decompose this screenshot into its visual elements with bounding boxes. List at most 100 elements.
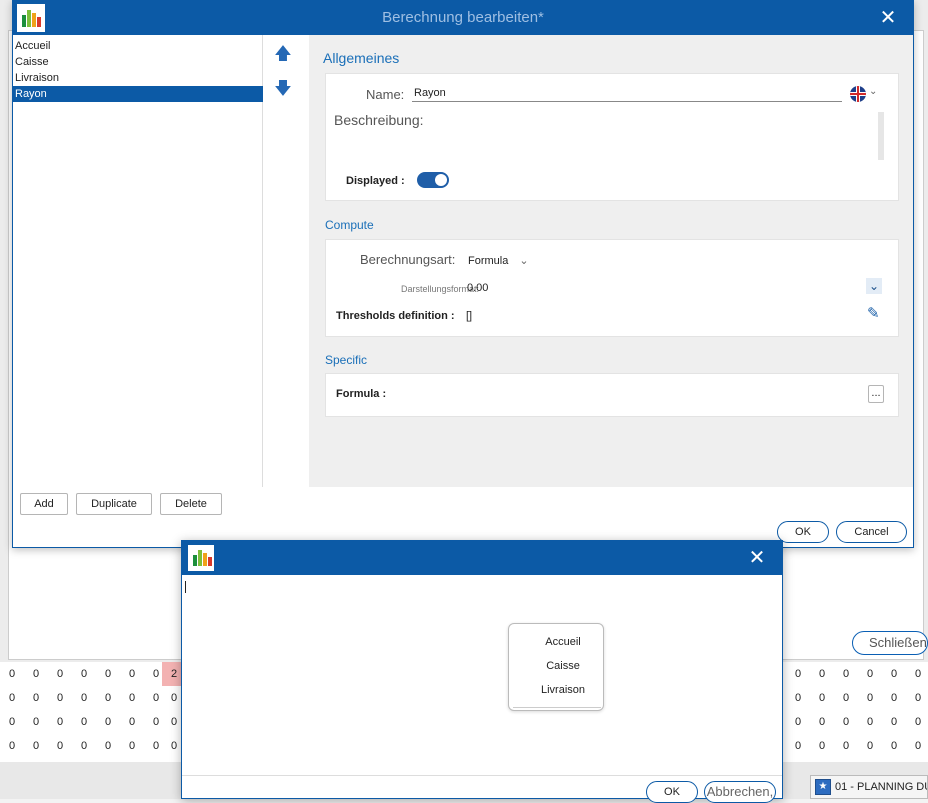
- grid-cell[interactable]: 0: [810, 662, 834, 686]
- grid-cell[interactable]: 0: [834, 734, 858, 758]
- grid-cell[interactable]: 0: [858, 734, 882, 758]
- grid-cell[interactable]: 0: [858, 686, 882, 710]
- grid-cell[interactable]: 0: [882, 734, 906, 758]
- grid-cell[interactable]: 0: [786, 662, 810, 686]
- grid-cell[interactable]: 0: [48, 686, 72, 710]
- grid-cell[interactable]: 0: [906, 734, 928, 758]
- grid-cell[interactable]: 0: [834, 710, 858, 734]
- planning-tab[interactable]: ★ 01 - PLANNING DU =: [810, 775, 928, 799]
- grid-cell[interactable]: 0: [96, 734, 120, 758]
- list-item-selected[interactable]: Rayon: [13, 86, 263, 102]
- ok-button[interactable]: OK: [777, 521, 829, 543]
- app-logo-icon: [188, 545, 214, 571]
- grid-cell[interactable]: 0: [24, 686, 48, 710]
- grid-cell[interactable]: 0: [24, 734, 48, 758]
- general-card: Name: Rayon ⌄ Beschreibung: Displayed :: [325, 73, 899, 201]
- displayed-toggle[interactable]: [417, 172, 449, 188]
- popup-divider: [513, 707, 601, 708]
- grid-cell[interactable]: 0: [48, 734, 72, 758]
- grid-cell[interactable]: 0: [120, 686, 144, 710]
- uk-flag-icon[interactable]: [850, 86, 866, 102]
- grid-cell[interactable]: 0: [882, 662, 906, 686]
- formula-editor-button[interactable]: ...: [868, 385, 884, 403]
- grid-cell[interactable]: 0: [834, 662, 858, 686]
- grid-cell[interactable]: 0: [0, 662, 24, 686]
- grid-cell[interactable]: 0: [0, 734, 24, 758]
- calc-type-select[interactable]: Formula ⌄: [468, 254, 529, 267]
- grid-cell[interactable]: 0: [834, 686, 858, 710]
- grid-cell[interactable]: 0: [120, 662, 144, 686]
- grid-cell[interactable]: 0: [24, 662, 48, 686]
- grid-cell[interactable]: 0: [120, 710, 144, 734]
- grid-cell[interactable]: 0: [48, 710, 72, 734]
- section-compute-heading: Compute: [325, 218, 374, 232]
- edit-pencil-icon[interactable]: ✎: [867, 304, 880, 322]
- move-up-icon[interactable]: 🡅: [273, 44, 293, 64]
- autocomplete-popup: Accueil Caisse Livraison: [508, 623, 604, 711]
- name-label: Name:: [366, 87, 405, 102]
- abbrechen-button[interactable]: Abbrechen,: [704, 781, 776, 803]
- grid-cell[interactable]: 0: [858, 662, 882, 686]
- grid-cell[interactable]: 0: [0, 710, 24, 734]
- ok-button[interactable]: OK: [646, 781, 698, 803]
- move-down-icon[interactable]: 🡇: [273, 79, 293, 99]
- delete-button[interactable]: Delete: [160, 493, 222, 515]
- grid-cell[interactable]: 0: [882, 710, 906, 734]
- list-item[interactable]: Accueil: [13, 38, 263, 54]
- grid-cell[interactable]: 0: [72, 662, 96, 686]
- grid-cell[interactable]: 0: [906, 710, 928, 734]
- close-icon[interactable]: ✕: [742, 541, 772, 575]
- list-item[interactable]: Livraison: [13, 70, 263, 86]
- format-dropdown-icon[interactable]: ⌄: [866, 278, 882, 294]
- formula-dialog: ✕ Accueil Caisse Livraison OK Abbrechen,: [181, 540, 783, 803]
- section-specific-heading: Specific: [325, 353, 368, 367]
- specific-card: Formula : ...: [325, 373, 899, 417]
- grid-cell[interactable]: 0: [96, 662, 120, 686]
- star-icon: ★: [815, 779, 831, 796]
- grid-cell[interactable]: 0: [906, 686, 928, 710]
- grid-cell[interactable]: 0: [786, 710, 810, 734]
- calc-type-value: Formula: [468, 255, 509, 267]
- description-scrollbar[interactable]: [878, 112, 884, 160]
- grid-cell[interactable]: 0: [906, 662, 928, 686]
- grid-cell[interactable]: 0: [48, 662, 72, 686]
- displayed-label: Displayed :: [346, 175, 405, 187]
- popup-item[interactable]: Accueil: [509, 634, 605, 650]
- grid-cell[interactable]: 0: [72, 686, 96, 710]
- berechnung-dialog: Berechnung bearbeiten* ✕ Accueil Caisse …: [12, 0, 914, 548]
- details-pane: Allgemeines Name: Rayon ⌄ Beschreibung: …: [309, 35, 913, 487]
- name-value: Rayon: [414, 87, 446, 99]
- grid-cell[interactable]: 0: [882, 686, 906, 710]
- add-button[interactable]: Add: [20, 493, 68, 515]
- grid-cell[interactable]: 0: [24, 710, 48, 734]
- grid-cell[interactable]: 0: [810, 686, 834, 710]
- grid-cell[interactable]: 0: [810, 710, 834, 734]
- grid-cell[interactable]: 0: [96, 710, 120, 734]
- grid-cell[interactable]: 0: [96, 686, 120, 710]
- grid-cell[interactable]: 0: [858, 710, 882, 734]
- grid-cell[interactable]: 0: [786, 686, 810, 710]
- grid-cell[interactable]: 0: [0, 686, 24, 710]
- grid-cell[interactable]: 0: [810, 734, 834, 758]
- chevron-down-icon[interactable]: ⌄: [869, 86, 877, 97]
- compute-card: Berechnungsart: Formula ⌄ Darstellungsfo…: [325, 239, 899, 337]
- close-icon[interactable]: ✕: [873, 1, 903, 35]
- dialog-title: Berechnung bearbeiten*: [382, 9, 544, 26]
- popup-item[interactable]: Livraison: [509, 682, 605, 698]
- formula-label: Formula :: [336, 388, 387, 400]
- grid-cell[interactable]: 0: [786, 734, 810, 758]
- cancel-button[interactable]: Cancel: [836, 521, 907, 543]
- grid-cell[interactable]: 0: [72, 734, 96, 758]
- popup-item[interactable]: Caisse: [509, 658, 605, 674]
- formula-editor-area[interactable]: [182, 575, 782, 775]
- calc-type-label: Berechnungsart:: [360, 252, 456, 267]
- grid-cell[interactable]: 0: [72, 710, 96, 734]
- list-item[interactable]: Caisse: [13, 54, 263, 70]
- duplicate-button[interactable]: Duplicate: [76, 493, 152, 515]
- schliessen-button[interactable]: Schließen: [852, 631, 928, 655]
- name-field[interactable]: Rayon: [412, 84, 842, 102]
- description-field[interactable]: [334, 112, 884, 160]
- grid-cell[interactable]: 0: [120, 734, 144, 758]
- formula-dialog-titlebar: ✕: [182, 541, 782, 575]
- thresholds-label: Thresholds definition :: [336, 310, 455, 322]
